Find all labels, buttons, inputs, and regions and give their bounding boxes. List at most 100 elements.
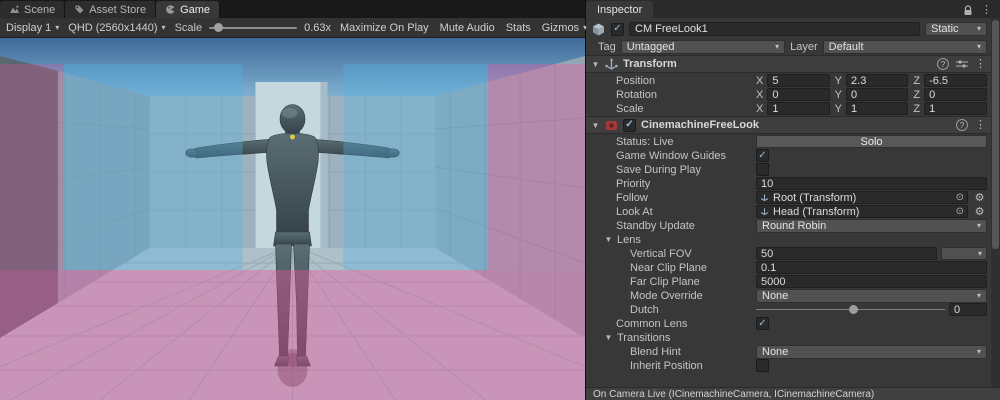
tag-dropdown[interactable]: Untagged ▾ bbox=[621, 40, 785, 54]
hard-zone-left bbox=[0, 64, 64, 270]
lens-preset-dropdown[interactable]: ▾ bbox=[941, 247, 987, 260]
follow-object-field[interactable]: Root (Transform) ⊙ bbox=[756, 191, 968, 204]
asset-store-icon bbox=[74, 4, 85, 15]
chevron-down-icon: ▾ bbox=[55, 24, 59, 32]
dutch-field[interactable]: 0 bbox=[949, 303, 987, 316]
lock-icon[interactable] bbox=[963, 5, 973, 16]
freelook-header[interactable]: ▼ ✓ CinemachineFreeLook ? ⋮ bbox=[586, 116, 991, 134]
tag-layer-row: Tag Untagged ▾ Layer Default ▾ bbox=[586, 38, 991, 55]
save-during-play-checkbox[interactable] bbox=[756, 163, 769, 176]
kebab-menu-icon[interactable]: ⋮ bbox=[975, 59, 986, 70]
scale-x-field[interactable]: 1 bbox=[767, 102, 829, 115]
hard-zone-bottom bbox=[0, 270, 585, 400]
game-window-guides-checkbox[interactable]: ✓ bbox=[756, 149, 769, 162]
game-view-panel: Scene Asset Store Game Display 1 ▾ QHD (… bbox=[0, 0, 586, 400]
tab-inspector[interactable]: Inspector bbox=[586, 1, 653, 18]
dutch-slider[interactable] bbox=[756, 303, 945, 316]
position-x-field[interactable]: 5 bbox=[767, 74, 829, 87]
standby-update-dropdown[interactable]: Round Robin ▾ bbox=[756, 219, 987, 233]
transitions-foldout[interactable]: ▼Transitions bbox=[586, 331, 991, 344]
blend-hint-value: None bbox=[762, 346, 788, 358]
rotation-x-field[interactable]: 0 bbox=[767, 88, 829, 101]
standby-update-row: Standby Update Round Robin ▾ bbox=[586, 219, 991, 232]
scrollbar-thumb[interactable] bbox=[992, 20, 999, 249]
position-row: Position X5 Y2.3 Z-6.5 bbox=[586, 74, 991, 87]
chevron-down-icon: ▾ bbox=[977, 25, 981, 33]
tab-inspector-label: Inspector bbox=[597, 4, 642, 16]
chevron-down-icon: ▾ bbox=[977, 348, 981, 356]
axis-x-label: X bbox=[756, 103, 763, 115]
freelook-enabled-checkbox[interactable]: ✓ bbox=[623, 119, 636, 132]
object-picker-icon[interactable]: ⊙ bbox=[956, 192, 964, 203]
priority-field[interactable]: 10 bbox=[756, 177, 987, 190]
far-clip-row: Far Clip Plane 5000 bbox=[586, 275, 991, 288]
tag-label: Tag bbox=[598, 41, 616, 53]
check-icon: ✓ bbox=[625, 120, 633, 130]
transform-header[interactable]: ▼ Transform ? ⋮ bbox=[586, 55, 991, 73]
gizmos-dropdown[interactable]: Gizmos ▾ bbox=[542, 22, 587, 34]
scale-y-field[interactable]: 1 bbox=[846, 102, 908, 115]
status-row: Status: Live Solo bbox=[586, 135, 991, 148]
tab-asset-store[interactable]: Asset Store bbox=[65, 1, 156, 18]
gameobject-active-checkbox[interactable]: ✓ bbox=[611, 23, 624, 36]
resolution-dropdown[interactable]: QHD (2560x1440) ▾ bbox=[68, 22, 165, 34]
axis-x-label: X bbox=[756, 75, 763, 87]
dutch-slider-thumb[interactable] bbox=[849, 305, 858, 314]
rotation-y-field[interactable]: 0 bbox=[846, 88, 908, 101]
blend-hint-label: Blend Hint bbox=[630, 346, 756, 358]
help-glyph: ? bbox=[941, 60, 945, 69]
scale-vector: X1 Y1 Z1 bbox=[756, 102, 987, 115]
tab-game[interactable]: Game bbox=[156, 1, 220, 18]
layer-dropdown[interactable]: Default ▾ bbox=[823, 40, 987, 54]
chevron-down-icon: ▾ bbox=[978, 250, 982, 258]
solo-button[interactable]: Solo bbox=[756, 135, 987, 148]
position-z-field[interactable]: -6.5 bbox=[924, 74, 987, 87]
near-clip-field[interactable]: 0.1 bbox=[756, 261, 987, 274]
rotation-z-field[interactable]: 0 bbox=[924, 88, 987, 101]
transform-icon bbox=[760, 193, 769, 202]
display-dropdown[interactable]: Display 1 ▾ bbox=[6, 22, 59, 34]
scale-z-field[interactable]: 1 bbox=[924, 102, 987, 115]
gear-icon[interactable]: ⚙ bbox=[972, 205, 987, 218]
vertical-fov-field[interactable]: 50 bbox=[756, 247, 937, 260]
game-window-guides-row: Game Window Guides ✓ bbox=[586, 149, 991, 162]
foldout-icon[interactable]: ▼ bbox=[591, 60, 600, 69]
game-viewport[interactable] bbox=[0, 38, 585, 400]
mode-override-dropdown[interactable]: None ▾ bbox=[756, 289, 987, 303]
unity-editor: Scene Asset Store Game Display 1 ▾ QHD (… bbox=[0, 0, 1000, 400]
character-head-highlight bbox=[282, 108, 298, 118]
look-at-object-field[interactable]: Head (Transform) ⊙ bbox=[756, 205, 968, 218]
save-during-play-label: Save During Play bbox=[616, 164, 756, 176]
stats-button[interactable]: Stats bbox=[506, 22, 531, 34]
lookat-target-marker bbox=[290, 135, 295, 140]
inspector-scrollbar[interactable] bbox=[991, 18, 1000, 387]
gameobject-name-field[interactable]: CM FreeLook1 bbox=[629, 22, 920, 36]
tab-scene[interactable]: Scene bbox=[0, 1, 65, 18]
kebab-menu-icon[interactable]: ⋮ bbox=[975, 120, 986, 131]
help-icon[interactable]: ? bbox=[956, 119, 968, 131]
freelook-header-actions: ? ⋮ bbox=[956, 119, 986, 131]
inherit-position-checkbox[interactable] bbox=[756, 359, 769, 372]
maximize-on-play-button[interactable]: Maximize On Play bbox=[340, 22, 429, 34]
help-glyph: ? bbox=[960, 121, 964, 130]
foldout-icon[interactable]: ▼ bbox=[591, 121, 600, 130]
position-vector: X5 Y2.3 Z-6.5 bbox=[756, 74, 987, 87]
common-lens-checkbox[interactable]: ✓ bbox=[756, 317, 769, 330]
axis-z-label: Z bbox=[913, 75, 920, 87]
help-icon[interactable]: ? bbox=[937, 58, 949, 70]
check-icon: ✓ bbox=[758, 151, 766, 161]
inspector-menu-icon[interactable]: ⋮ bbox=[981, 5, 992, 16]
scale-slider-thumb[interactable] bbox=[214, 23, 223, 32]
presets-icon[interactable] bbox=[956, 59, 968, 69]
follow-object-value: Root (Transform) bbox=[773, 192, 856, 204]
scale-slider[interactable] bbox=[209, 27, 297, 29]
mute-audio-button[interactable]: Mute Audio bbox=[440, 22, 495, 34]
static-dropdown[interactable]: Static ▾ bbox=[925, 22, 987, 36]
blend-hint-dropdown[interactable]: None ▾ bbox=[756, 345, 987, 359]
layer-label: Layer bbox=[790, 41, 818, 53]
position-y-field[interactable]: 2.3 bbox=[846, 74, 908, 87]
object-picker-icon[interactable]: ⊙ bbox=[956, 206, 964, 217]
lens-foldout[interactable]: ▼Lens bbox=[586, 233, 991, 246]
gear-icon[interactable]: ⚙ bbox=[972, 191, 987, 204]
far-clip-field[interactable]: 5000 bbox=[756, 275, 987, 288]
